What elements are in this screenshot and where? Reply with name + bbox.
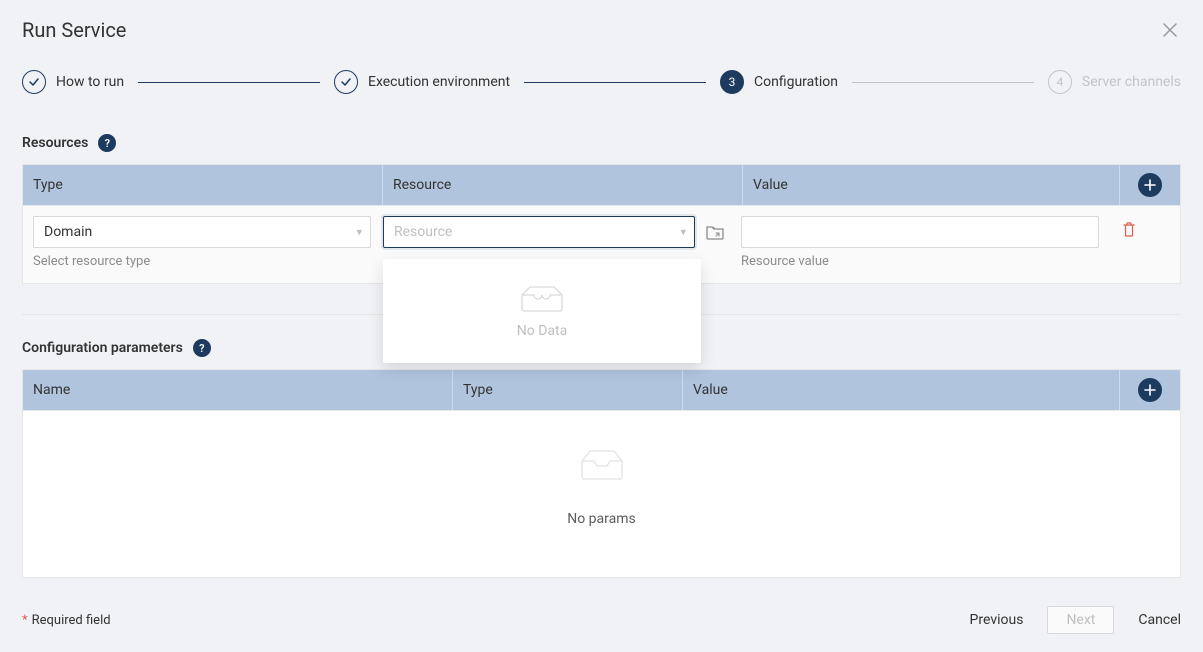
select-placeholder: Resource (394, 224, 452, 240)
add-param-button[interactable] (1138, 378, 1162, 402)
section-title-text: Resources (22, 135, 88, 151)
resource-dropdown-panel: No Data (383, 259, 701, 363)
select-value: Domain (44, 224, 92, 240)
step-label: Server channels (1082, 74, 1181, 90)
help-icon[interactable]: ? (98, 134, 116, 152)
cell-value: Resource value (741, 216, 1099, 269)
step-label: Configuration (754, 74, 838, 90)
resources-table: Type Resource Value Domain ▾ Select reso… (22, 164, 1181, 284)
cell-type: Domain ▾ Select resource type (33, 216, 383, 269)
resource-type-select[interactable]: Domain ▾ (33, 216, 371, 248)
next-button[interactable]: Next (1047, 606, 1114, 634)
col-type: Type (453, 370, 683, 410)
asterisk-icon: * (22, 613, 28, 628)
config-params-table-header: Name Type Value (23, 370, 1180, 410)
browse-folder-button[interactable] (701, 218, 729, 246)
required-text: Required field (32, 613, 111, 628)
delete-row-button[interactable] (1122, 222, 1136, 237)
step-execution-environment[interactable]: Execution environment (334, 70, 510, 94)
col-resource: Resource (383, 165, 743, 205)
resources-section-title: Resources ? (22, 134, 1181, 152)
check-icon (334, 70, 358, 94)
config-params-empty: No params (23, 410, 1180, 577)
modal-footer: * Required field Previous Next Cancel (22, 606, 1181, 634)
close-icon[interactable] (1159, 19, 1181, 41)
add-resource-button[interactable] (1138, 173, 1162, 197)
previous-button[interactable]: Previous (970, 612, 1024, 628)
value-hint: Resource value (741, 254, 1099, 269)
empty-icon (518, 283, 566, 313)
resource-select-wrap: Resource ▾ (383, 216, 729, 248)
col-action (1120, 165, 1180, 205)
step-how-to-run[interactable]: How to run (22, 70, 124, 94)
chevron-down-icon: ▾ (680, 226, 686, 239)
chevron-down-icon: ▾ (356, 226, 362, 239)
step-connector (852, 82, 1034, 83)
help-icon[interactable]: ? (193, 339, 211, 357)
col-name: Name (23, 370, 453, 410)
step-number: 3 (720, 70, 744, 94)
resource-value-input[interactable] (741, 216, 1099, 248)
dropdown-empty-text: No Data (393, 323, 691, 339)
col-value: Value (743, 165, 1120, 205)
step-number: 4 (1048, 70, 1072, 94)
step-label: Execution environment (368, 74, 510, 90)
section-title-text: Configuration parameters (22, 340, 183, 356)
cell-delete (1099, 216, 1159, 237)
modal-header: Run Service (22, 18, 1181, 42)
step-configuration[interactable]: 3 Configuration (720, 70, 838, 94)
step-server-channels: 4 Server channels (1048, 70, 1181, 94)
col-type: Type (23, 165, 383, 205)
config-params-table: Name Type Value No params (22, 369, 1181, 578)
cell-resource: Resource ▾ No Data (383, 216, 741, 248)
step-label: How to run (56, 74, 124, 90)
cancel-button[interactable]: Cancel (1138, 612, 1181, 628)
modal-title: Run Service (22, 18, 126, 42)
run-service-modal: Run Service How to run Execution environ… (0, 0, 1203, 652)
required-field-note: * Required field (22, 613, 111, 628)
type-hint: Select resource type (33, 254, 371, 269)
resources-table-row: Domain ▾ Select resource type Resource ▾ (23, 205, 1180, 283)
step-connector (524, 82, 706, 83)
stepper: How to run Execution environment 3 Confi… (22, 70, 1181, 94)
col-value: Value (683, 370, 1120, 410)
resources-table-header: Type Resource Value (23, 165, 1180, 205)
step-connector (138, 82, 320, 83)
resource-select[interactable]: Resource ▾ (383, 216, 695, 248)
empty-text: No params (23, 511, 1180, 527)
footer-actions: Previous Next Cancel (970, 606, 1181, 634)
empty-icon (578, 447, 626, 477)
check-icon (22, 70, 46, 94)
col-action (1120, 370, 1180, 410)
